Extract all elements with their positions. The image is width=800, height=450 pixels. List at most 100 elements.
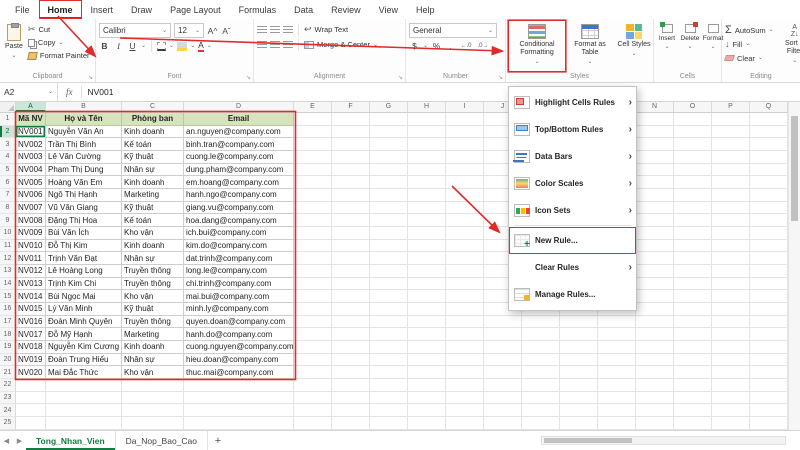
- sheet-tab-tong-nhan-vien[interactable]: Tong_Nhan_Vien: [26, 431, 116, 450]
- cell-L22[interactable]: [560, 379, 598, 392]
- cell-I4[interactable]: [446, 151, 484, 164]
- row-header-13[interactable]: 13: [0, 265, 16, 278]
- cell-K21[interactable]: [522, 366, 560, 380]
- cell-O2[interactable]: [674, 125, 712, 139]
- cell-E14[interactable]: [294, 277, 332, 291]
- cell-I10[interactable]: [446, 227, 484, 240]
- cell-I7[interactable]: [446, 189, 484, 202]
- cell-M23[interactable]: [598, 391, 636, 405]
- cell-B17[interactable]: Đoàn Minh Quyên: [46, 315, 122, 329]
- column-header-Q[interactable]: Q: [750, 102, 788, 112]
- cell-Q10[interactable]: [750, 227, 788, 240]
- row-header-12[interactable]: 12: [0, 252, 16, 266]
- cell-D7[interactable]: hanh.ngo@company.com: [184, 189, 294, 202]
- cell-E9[interactable]: [294, 214, 332, 228]
- cell-P23[interactable]: [712, 391, 750, 405]
- cell-P15[interactable]: [712, 290, 750, 304]
- ribbon-tab-view[interactable]: View: [370, 0, 407, 19]
- ribbon-tab-draw[interactable]: Draw: [122, 0, 161, 19]
- column-header-O[interactable]: O: [674, 102, 712, 112]
- cell-P22[interactable]: [712, 379, 750, 392]
- cell-O3[interactable]: [674, 138, 712, 152]
- increase-font-size-button[interactable]: A^: [207, 25, 218, 37]
- cell-C24[interactable]: [122, 404, 184, 418]
- cell-A20[interactable]: NV019: [16, 353, 46, 367]
- cell-D22[interactable]: [184, 379, 294, 392]
- cell-O20[interactable]: [674, 353, 712, 367]
- cell-B23[interactable]: [46, 391, 122, 405]
- cell-E22[interactable]: [294, 379, 332, 392]
- cell-B8[interactable]: Vũ Văn Giang: [46, 201, 122, 215]
- cell-L21[interactable]: [560, 366, 598, 380]
- cell-O24[interactable]: [674, 404, 712, 418]
- cell-Q6[interactable]: [750, 176, 788, 190]
- cell-C12[interactable]: Nhân sự: [122, 252, 184, 266]
- cell-P9[interactable]: [712, 214, 750, 228]
- cell-G7[interactable]: [370, 189, 408, 202]
- cell-E8[interactable]: [294, 201, 332, 215]
- bold-button[interactable]: B: [99, 40, 110, 52]
- cell-D2[interactable]: an.nguyen@company.com: [184, 125, 294, 139]
- cell-E16[interactable]: [294, 303, 332, 316]
- cell-G19[interactable]: [370, 341, 408, 354]
- cell-J22[interactable]: [484, 379, 522, 392]
- cell-O4[interactable]: [674, 151, 712, 164]
- cell-G17[interactable]: [370, 315, 408, 329]
- row-header-21[interactable]: 21: [0, 366, 16, 380]
- cell-Q13[interactable]: [750, 265, 788, 278]
- cell-D25[interactable]: [184, 417, 294, 430]
- row-header-16[interactable]: 16: [0, 303, 16, 316]
- ribbon-tab-file[interactable]: File: [6, 0, 39, 19]
- cell-I22[interactable]: [446, 379, 484, 392]
- cell-I20[interactable]: [446, 353, 484, 367]
- cell-F22[interactable]: [332, 379, 370, 392]
- alignment-dialog-launcher[interactable]: ↘: [398, 75, 403, 81]
- cell-A8[interactable]: NV007: [16, 201, 46, 215]
- cell-G13[interactable]: [370, 265, 408, 278]
- row-header-8[interactable]: 8: [0, 201, 16, 215]
- cell-M25[interactable]: [598, 417, 636, 430]
- cell-O5[interactable]: [674, 163, 712, 177]
- cell-A1[interactable]: Mã NV: [16, 113, 46, 126]
- cell-O15[interactable]: [674, 290, 712, 304]
- cf-menu-item-color-scales[interactable]: Color Scales ›: [509, 170, 636, 197]
- cell-N2[interactable]: [636, 125, 674, 139]
- ribbon-tab-home[interactable]: Home: [38, 0, 82, 19]
- ribbon-tab-data[interactable]: Data: [285, 0, 322, 19]
- cell-I25[interactable]: [446, 417, 484, 430]
- cell-Q19[interactable]: [750, 341, 788, 354]
- cell-Q9[interactable]: [750, 214, 788, 228]
- cell-G18[interactable]: [370, 328, 408, 342]
- cell-P17[interactable]: [712, 315, 750, 329]
- row-header-19[interactable]: 19: [0, 341, 16, 354]
- cell-D12[interactable]: dat.trinh@company.com: [184, 252, 294, 266]
- cell-P8[interactable]: [712, 201, 750, 215]
- column-header-A[interactable]: A: [16, 102, 46, 112]
- cell-J18[interactable]: [484, 328, 522, 342]
- cell-O23[interactable]: [674, 391, 712, 405]
- horizontal-scrollbar-thumb[interactable]: [544, 438, 632, 443]
- cell-A23[interactable]: [16, 391, 46, 405]
- cell-F19[interactable]: [332, 341, 370, 354]
- cell-G25[interactable]: [370, 417, 408, 430]
- cell-B12[interactable]: Trịnh Văn Đạt: [46, 252, 122, 266]
- decrease-decimal-button[interactable]: .0→: [476, 40, 490, 52]
- cell-H14[interactable]: [408, 277, 446, 291]
- cell-Q18[interactable]: [750, 328, 788, 342]
- row-header-9[interactable]: 9: [0, 214, 16, 228]
- cell-F4[interactable]: [332, 151, 370, 164]
- cell-D1[interactable]: Email: [184, 113, 294, 126]
- cell-D21[interactable]: thuc.mai@company.com: [184, 366, 294, 380]
- cell-O19[interactable]: [674, 341, 712, 354]
- cell-I1[interactable]: [446, 113, 484, 126]
- row-header-20[interactable]: 20: [0, 353, 16, 367]
- cell-N15[interactable]: [636, 290, 674, 304]
- align-top-icon[interactable]: [257, 25, 267, 34]
- name-box[interactable]: A2 ⌄: [0, 83, 58, 101]
- cell-A5[interactable]: NV004: [16, 163, 46, 177]
- cell-I17[interactable]: [446, 315, 484, 329]
- cell-J21[interactable]: [484, 366, 522, 380]
- cell-F10[interactable]: [332, 227, 370, 240]
- cell-H2[interactable]: [408, 125, 446, 139]
- cell-E24[interactable]: [294, 404, 332, 418]
